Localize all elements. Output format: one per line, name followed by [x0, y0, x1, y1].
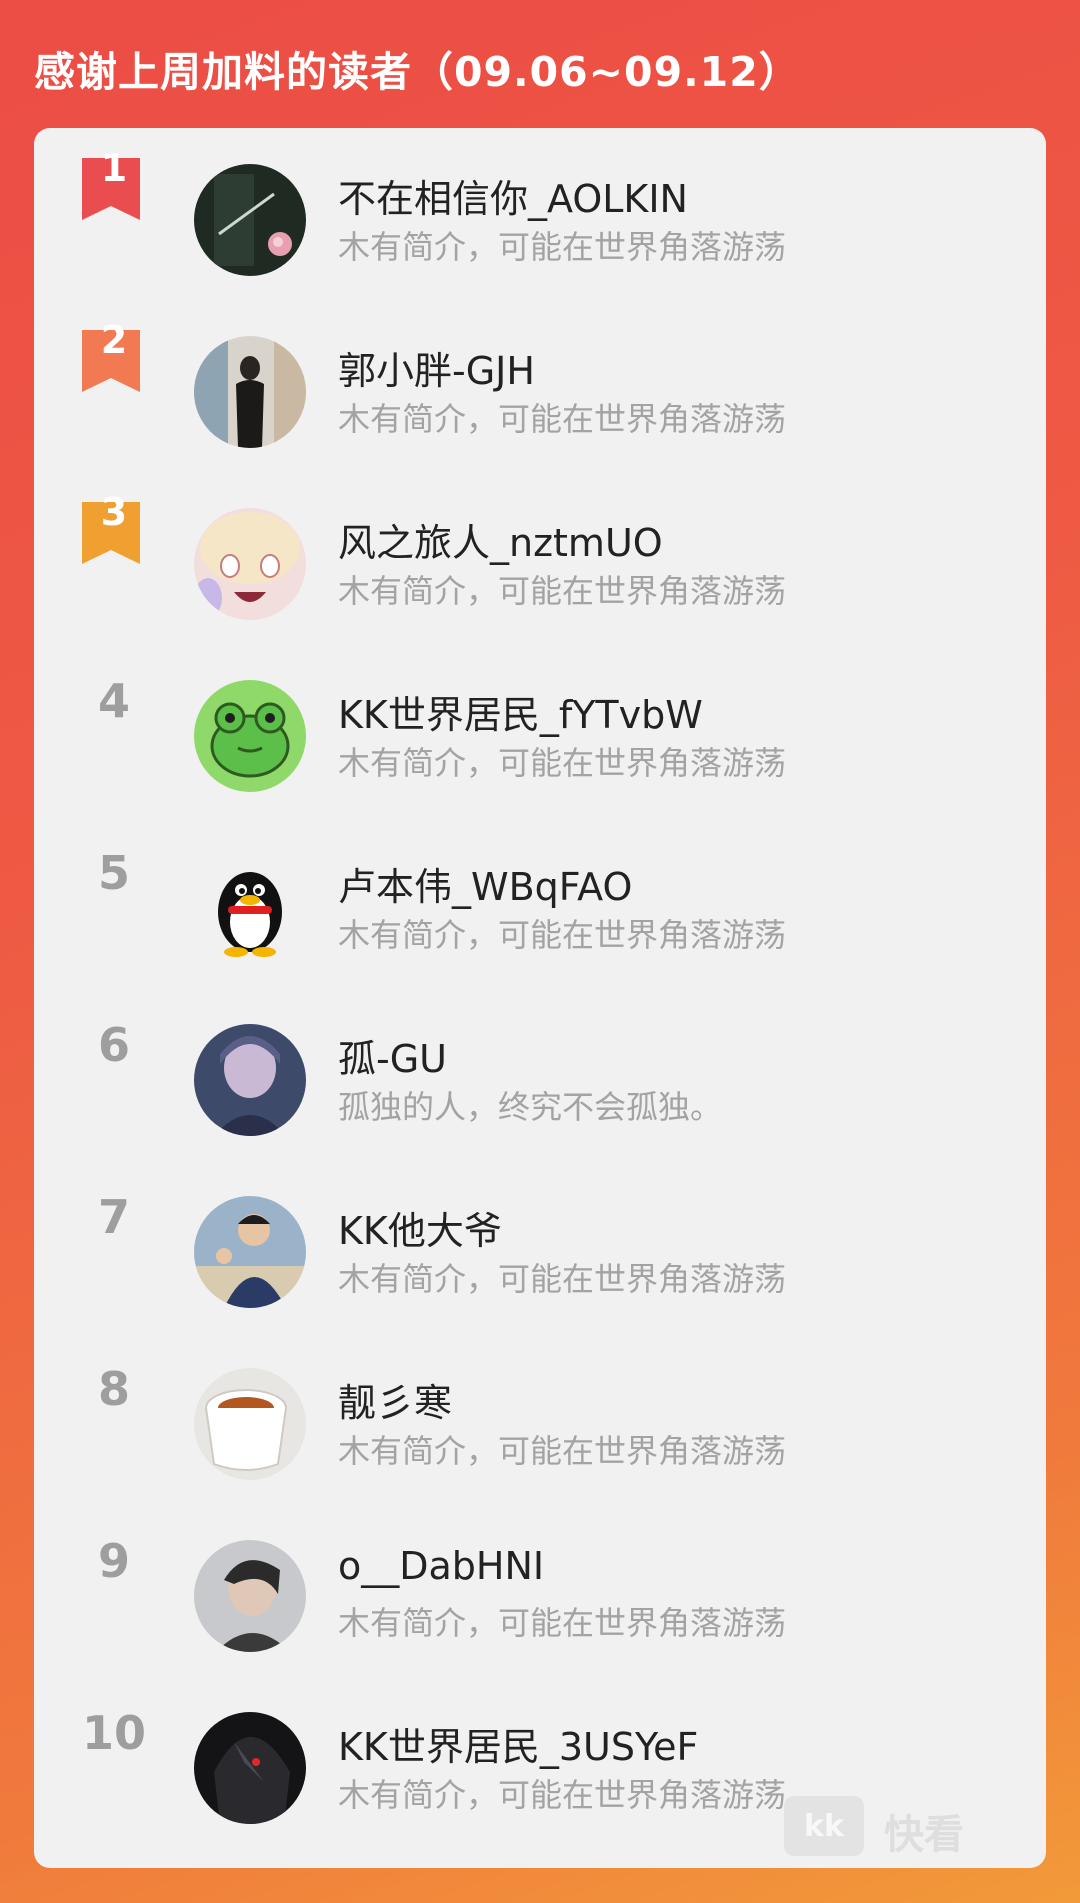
avatar[interactable] — [194, 1196, 306, 1308]
rank-number: 9 — [97, 1534, 130, 1588]
reader-bio: 木有简介，可能在世界角落游荡 — [338, 1432, 787, 1470]
reader-name[interactable]: 孤-GU — [338, 1028, 447, 1083]
reader-bio: 木有简介，可能在世界角落游荡 — [338, 1776, 787, 1814]
reader-name[interactable]: 风之旅人_nztmUO — [338, 512, 663, 567]
rank-number: 2 — [100, 318, 128, 362]
page-title: 感谢上周加料的读者（09.06~09.12） — [34, 48, 801, 96]
avatar[interactable] — [194, 1540, 306, 1652]
reader-bio: 木有简介，可能在世界角落游荡 — [338, 1260, 787, 1298]
watermark: kk 快看 — [784, 1790, 984, 1870]
rank-number: 6 — [97, 1018, 130, 1072]
reader-bio: 木有简介，可能在世界角落游荡 — [338, 400, 787, 438]
list-item[interactable]: 4 KK世界居民_fYTvbW 木有简介，可能在世界角落游荡 — [34, 644, 1046, 794]
page: 感谢上周加料的读者（09.06~09.12） 1 不在相信你_AOLKIN 木有… — [0, 0, 1080, 1903]
rank-number: 7 — [97, 1190, 130, 1244]
avatar[interactable] — [194, 1712, 306, 1824]
kuaikan-logo-icon: kk — [784, 1796, 864, 1856]
rank-number: 10 — [81, 1706, 146, 1760]
rank-number: 8 — [97, 1362, 130, 1416]
reader-name[interactable]: KK他大爷 — [338, 1200, 502, 1255]
reader-name[interactable]: 靓彡寒 — [338, 1372, 452, 1427]
list-item[interactable]: 2 郭小胖-GJH 木有简介，可能在世界角落游荡 — [34, 300, 1046, 450]
watermark-text: 快看 — [884, 1812, 964, 1858]
reader-name[interactable]: KK世界居民_3USYeF — [338, 1716, 698, 1771]
avatar[interactable] — [194, 164, 306, 276]
reader-name[interactable]: o__DabHNI — [338, 1544, 544, 1588]
reader-name[interactable]: 不在相信你_AOLKIN — [338, 168, 688, 223]
reader-list-card: 1 不在相信你_AOLKIN 木有简介，可能在世界角落游荡 2 郭小胖-GJH … — [34, 128, 1046, 1868]
avatar[interactable] — [194, 680, 306, 792]
reader-name[interactable]: KK世界居民_fYTvbW — [338, 684, 703, 739]
avatar[interactable] — [194, 852, 306, 964]
list-item[interactable]: 8 靓彡寒 木有简介，可能在世界角落游荡 — [34, 1332, 1046, 1482]
reader-bio: 孤独的人，终究不会孤独。 — [338, 1088, 723, 1126]
list-item[interactable]: 7 KK他大爷 木有简介，可能在世界角落游荡 — [34, 1160, 1046, 1310]
list-item[interactable]: 1 不在相信你_AOLKIN 木有简介，可能在世界角落游荡 — [34, 128, 1046, 278]
list-item[interactable]: 9 o__DabHNI 木有简介，可能在世界角落游荡 — [34, 1504, 1046, 1654]
avatar[interactable] — [194, 1368, 306, 1480]
rank-number: 3 — [100, 490, 128, 534]
list-item[interactable]: 3 风之旅人_nztmUO 木有简介，可能在世界角落游荡 — [34, 472, 1046, 622]
reader-bio: 木有简介，可能在世界角落游荡 — [338, 916, 787, 954]
rank-number: 4 — [97, 674, 130, 728]
avatar[interactable] — [194, 336, 306, 448]
rank-number: 5 — [97, 846, 130, 900]
avatar[interactable] — [194, 1024, 306, 1136]
avatar[interactable] — [194, 508, 306, 620]
reader-bio: 木有简介，可能在世界角落游荡 — [338, 744, 787, 782]
list-item[interactable]: 5 卢本伟_WBqFAO 木有简介，可能在世界角落游荡 — [34, 816, 1046, 966]
reader-bio: 木有简介，可能在世界角落游荡 — [338, 228, 787, 266]
rank-number: 1 — [100, 146, 128, 190]
reader-name[interactable]: 郭小胖-GJH — [338, 340, 535, 395]
reader-bio: 木有简介，可能在世界角落游荡 — [338, 572, 787, 610]
reader-name[interactable]: 卢本伟_WBqFAO — [338, 856, 632, 911]
list-item[interactable]: 6 孤-GU 孤独的人，终究不会孤独。 — [34, 988, 1046, 1138]
reader-bio: 木有简介，可能在世界角落游荡 — [338, 1604, 787, 1642]
